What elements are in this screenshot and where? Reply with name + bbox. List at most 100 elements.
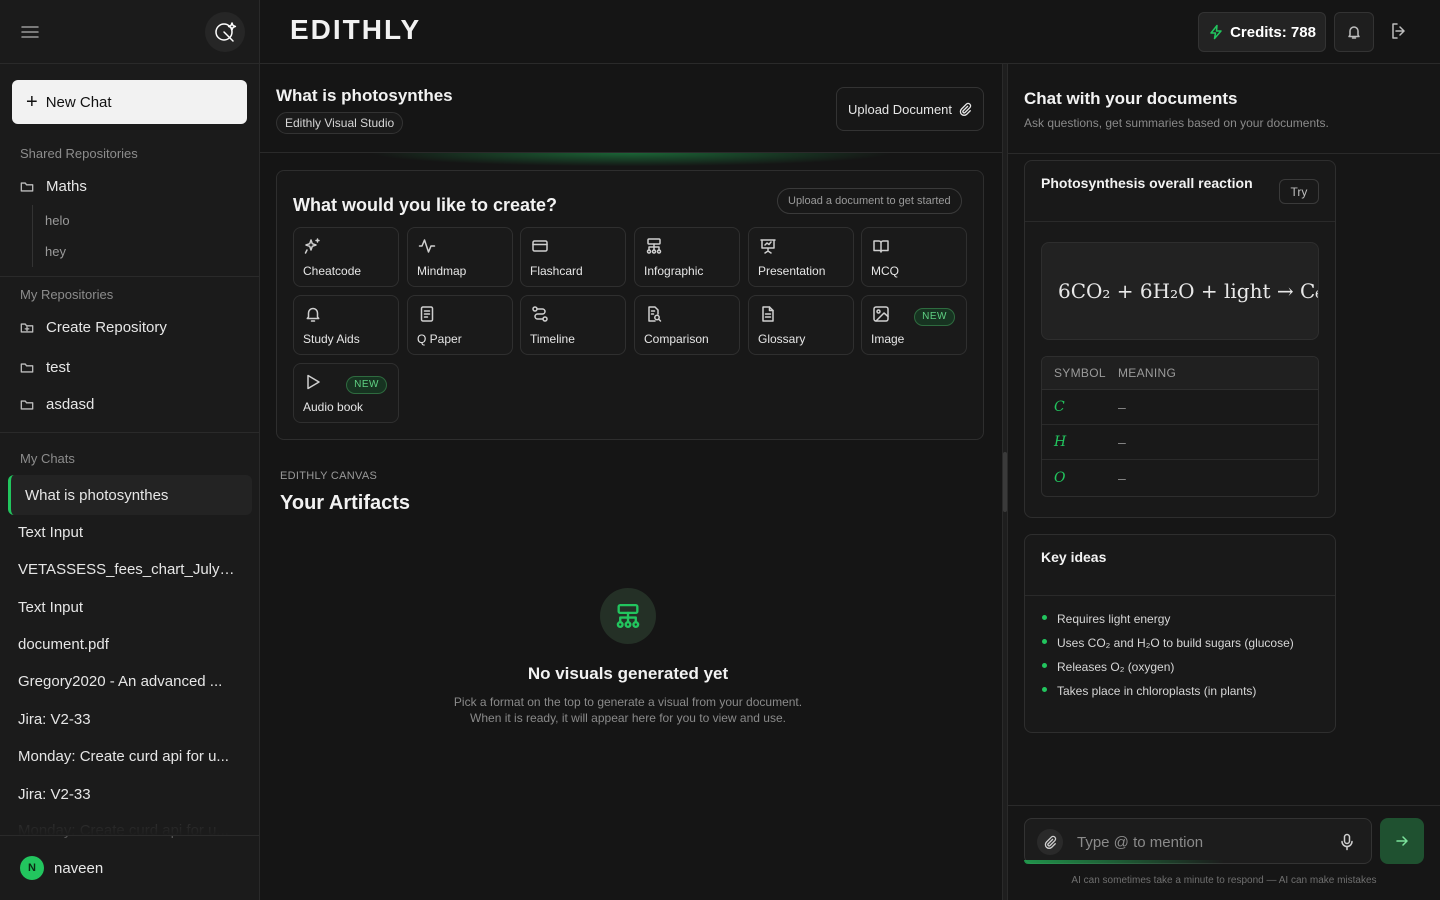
chat-composer <box>1024 818 1372 864</box>
tool-label: Audio book <box>303 400 364 414</box>
chat-item-active[interactable]: What is photosynthes <box>8 475 252 515</box>
sidebar: + New Chat Shared Repositories Maths hel… <box>0 0 260 900</box>
logout-icon <box>1392 23 1405 39</box>
logo-icon[interactable] <box>205 11 245 52</box>
visual-studio-panel: What is photosynthes Edithly Visual Stud… <box>260 64 1002 900</box>
chat-input[interactable] <box>1077 829 1327 855</box>
chat-item[interactable]: VETASSESS_fees_chart_July2... <box>18 561 240 578</box>
my-chats-title: My Chats <box>20 451 75 466</box>
tool-label: Timeline <box>530 332 575 346</box>
pulse-icon <box>418 237 436 255</box>
list-item: Requires light energy <box>1041 611 1294 635</box>
upload-document-button[interactable]: Upload Document <box>836 87 984 131</box>
credits-button[interactable]: Credits: 788 <box>1198 12 1326 52</box>
microphone-button[interactable] <box>1339 833 1355 851</box>
sidebar-header <box>0 0 259 64</box>
route-icon <box>531 305 549 323</box>
tool-label: Cheatcode <box>303 264 362 278</box>
chat-item[interactable]: Gregory2020 - An advanced ... <box>18 673 240 690</box>
repo-label: asdasd <box>46 396 95 413</box>
notifications-button[interactable] <box>1334 12 1374 52</box>
try-button[interactable]: Try <box>1279 179 1319 204</box>
brand-logo: EDITHLY <box>290 14 422 45</box>
tool-comparison[interactable]: Comparison <box>634 295 740 355</box>
presentation-icon <box>759 237 777 255</box>
menu-icon[interactable] <box>20 22 40 42</box>
repo-item[interactable]: asdasd <box>20 396 94 413</box>
table-row: C – <box>1042 390 1318 425</box>
tool-presentation[interactable]: Presentation <box>748 227 854 287</box>
chat-item[interactable]: Text Input <box>18 599 240 616</box>
send-button[interactable] <box>1380 818 1424 864</box>
chat-item[interactable]: Jira: V2-33 <box>18 786 240 803</box>
resize-handle[interactable] <box>1003 452 1007 512</box>
shared-folder-maths[interactable]: Maths <box>20 178 87 195</box>
symbol-cell: O <box>1054 469 1066 486</box>
new-chat-button[interactable]: + New Chat <box>12 80 247 124</box>
column-header-symbol: SYMBOL <box>1054 366 1106 380</box>
bell-icon <box>304 305 322 323</box>
tool-mindmap[interactable]: Mindmap <box>407 227 513 287</box>
top-bar: EDITHLY Credits: 788 <box>260 0 1440 64</box>
tool-label: Infographic <box>644 264 704 278</box>
tool-label: Image <box>871 332 905 346</box>
play-icon <box>304 373 322 391</box>
key-ideas-list: Requires light energy Uses CO₂ and H₂O t… <box>1041 611 1294 707</box>
tool-audio-book[interactable]: Audio book NEW <box>293 363 399 423</box>
empty-state-title: No visuals generated yet <box>527 664 729 683</box>
tool-infographic[interactable]: Infographic <box>634 227 740 287</box>
paperclip-icon <box>959 102 972 116</box>
symbol-table: SYMBOL MEANING C – H – O – <box>1041 356 1319 497</box>
chat-item[interactable]: Text Input <box>18 524 240 541</box>
chat-item[interactable]: Jira: V2-33 <box>18 711 240 728</box>
attach-button[interactable] <box>1037 829 1063 855</box>
document-title: What is photosynthes <box>276 86 453 105</box>
list-item: Takes place in chloroplasts (in plants) <box>1041 683 1294 707</box>
tool-flashcard[interactable]: Flashcard <box>520 227 626 287</box>
list-item: Releases O₂ (oxygen) <box>1041 659 1294 683</box>
table-row: O – <box>1042 460 1318 495</box>
tool-study-aids[interactable]: Study Aids <box>293 295 399 355</box>
studio-tag: Edithly Visual Studio <box>276 112 404 134</box>
tool-label: Comparison <box>644 332 709 346</box>
shared-repositories-title: Shared Repositories <box>20 146 138 161</box>
my-repositories-title: My Repositories <box>20 287 114 302</box>
artifacts-title: Your Artifacts <box>280 492 411 514</box>
disclaimer-text: AI can sometimes take a minute to respon… <box>1071 875 1377 886</box>
folder-icon <box>20 362 34 373</box>
create-repository-button[interactable]: Create Repository <box>20 319 167 336</box>
sparkle-icon <box>304 237 322 255</box>
bell-icon <box>1348 26 1360 39</box>
shared-subitem[interactable]: helo <box>45 213 70 228</box>
meaning-cell: – <box>1118 434 1126 450</box>
book-icon <box>872 237 890 255</box>
chat-item[interactable]: document.pdf <box>18 636 240 653</box>
create-options-card: What would you like to create? Upload a … <box>276 170 984 440</box>
logout-button[interactable] <box>1388 20 1410 42</box>
symbol-cell: C <box>1054 399 1065 415</box>
tool-glossary[interactable]: Glossary <box>748 295 854 355</box>
repo-item[interactable]: test <box>20 359 70 376</box>
plus-icon: + <box>26 91 38 113</box>
file-text-icon <box>759 305 777 323</box>
lightning-icon <box>1210 24 1222 40</box>
tool-mcq[interactable]: MCQ <box>861 227 967 287</box>
empty-state-description: Pick a format on the top to generate a v… <box>260 694 996 726</box>
tool-label: Q Paper <box>417 332 462 346</box>
meaning-cell: – <box>1118 399 1126 415</box>
tool-image[interactable]: Image NEW <box>861 295 967 355</box>
shared-subitem[interactable]: hey <box>45 244 66 259</box>
tool-cheatcode[interactable]: Cheatcode <box>293 227 399 287</box>
tool-timeline[interactable]: Timeline <box>520 295 626 355</box>
document-icon <box>418 305 436 323</box>
chat-item[interactable]: Monday: Create curd api for u... <box>18 748 240 765</box>
composer-accent <box>1024 860 1224 864</box>
tree-line <box>32 205 33 267</box>
column-header-meaning: MEANING <box>1118 366 1177 380</box>
divider <box>1025 595 1335 596</box>
divider <box>1008 153 1440 154</box>
tool-label: Mindmap <box>417 264 467 278</box>
user-name: naveen <box>54 859 104 877</box>
tool-q-paper[interactable]: Q Paper <box>407 295 513 355</box>
user-profile[interactable]: N naveen <box>0 835 259 900</box>
